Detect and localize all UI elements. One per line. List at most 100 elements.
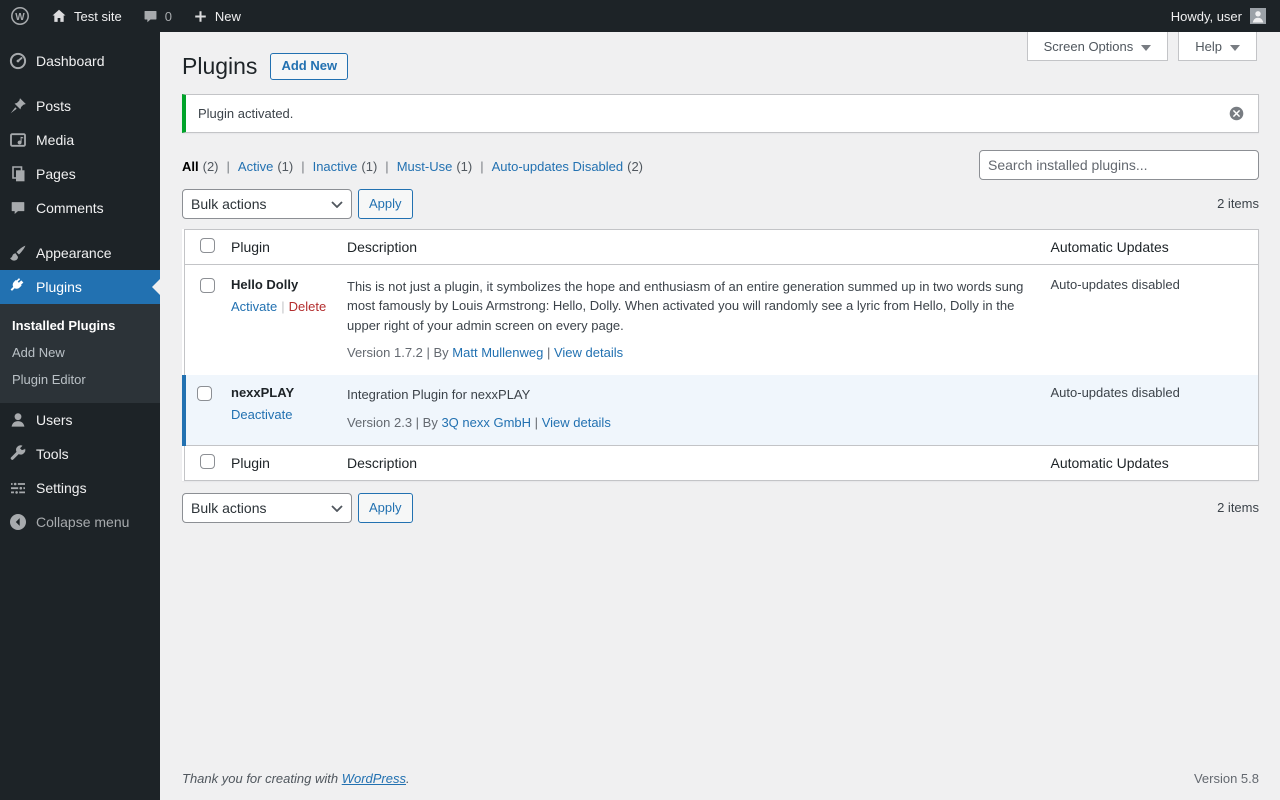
sidebar-item-label: Settings [36, 480, 87, 496]
plugin-name: Hello Dolly [231, 276, 299, 292]
apply-button[interactable]: Apply [358, 188, 413, 219]
sidebar-item-label: Posts [36, 98, 72, 114]
sidebar-item-media[interactable]: Media [0, 123, 160, 157]
author-link[interactable]: 3Q nexx GmbH [441, 415, 531, 430]
column-header-plugin[interactable]: Plugin [224, 229, 337, 265]
select-row-checkbox[interactable] [199, 277, 215, 293]
home-icon [50, 7, 68, 25]
submenu-item-installed-plugins[interactable]: Installed Plugins [0, 312, 160, 339]
sidebar-item-tools[interactable]: Tools [0, 437, 160, 471]
sidebar-item-label: Pages [36, 166, 76, 182]
author-link[interactable]: Matt Mullenweg [452, 345, 543, 360]
bulk-actions-select[interactable]: Bulk actions [182, 492, 352, 523]
comments-menu[interactable]: 0 [132, 0, 182, 32]
sidebar-item-comments[interactable]: Comments [0, 191, 160, 225]
bulk-actions-select[interactable]: Bulk actions [182, 188, 352, 219]
delete-link[interactable]: Delete [289, 299, 327, 314]
admin-footer: Thank you for creating with WordPress. V… [182, 771, 1259, 786]
filter-link[interactable]: Must-Use [397, 159, 453, 174]
filter-link[interactable]: Auto-updates Disabled [492, 159, 624, 174]
sidebar-item-settings[interactable]: Settings [0, 471, 160, 505]
new-content-menu[interactable]: New [182, 0, 251, 32]
sidebar-item-users[interactable]: Users [0, 403, 160, 437]
sidebar-item-posts[interactable]: Posts [0, 89, 160, 123]
main-content: Screen Options Help Plugins Add New Plug… [160, 32, 1280, 800]
wordpress-link[interactable]: WordPress [342, 771, 406, 786]
deactivate-link[interactable]: Deactivate [231, 407, 292, 422]
search-input[interactable] [979, 149, 1259, 180]
sidebar-item-label: Comments [36, 200, 104, 216]
comment-bubble-icon [142, 8, 159, 25]
column-header-auto-updates: Automatic Updates [1040, 229, 1259, 265]
plugin-description: Integration Plugin for nexxPLAY [347, 387, 531, 403]
collapse-menu-button[interactable]: Collapse menu [0, 505, 160, 539]
column-header-auto-updates: Automatic Updates [1040, 444, 1259, 481]
footer-thanks: Thank you for creating with WordPress. [182, 771, 410, 786]
dismiss-notice-button[interactable] [1226, 103, 1247, 124]
sidebar-item-label: Plugins [36, 279, 82, 295]
filter-link[interactable]: All [182, 159, 199, 174]
sidebar-item-appearance[interactable]: Appearance [0, 236, 160, 270]
settings-icon [8, 478, 28, 498]
sidebar-item-label: Collapse menu [36, 514, 130, 530]
activate-link[interactable]: Activate [231, 299, 277, 314]
filter-link[interactable]: Inactive [313, 159, 358, 174]
admin-sidebar: Dashboard Posts Media Pages Comments App… [0, 32, 160, 800]
submenu-item-plugin-editor[interactable]: Plugin Editor [0, 366, 160, 393]
menu-separator [0, 78, 160, 89]
comment-count: 0 [164, 8, 172, 24]
filter-inactive[interactable]: Inactive (1) | [313, 159, 397, 174]
add-new-button[interactable]: Add New [270, 53, 349, 81]
filter-link[interactable]: Active [238, 159, 273, 174]
sidebar-item-label: Users [36, 412, 73, 428]
site-name-label: Test site [74, 8, 122, 24]
plugins-submenu: Installed Plugins Add New Plugin Editor [0, 304, 160, 403]
table-row-nexxplay: nexxPLAY Deactivate Integration Plugin f… [182, 375, 1259, 446]
view-details-link[interactable]: View details [542, 415, 611, 430]
pushpin-icon [8, 96, 28, 116]
auto-updates-status: Auto-updates disabled [1050, 276, 1180, 292]
page-title: Plugins [182, 53, 258, 79]
table-footer-row: Plugin Description Automatic Updates [184, 444, 1259, 481]
footer-version: Version 5.8 [1193, 771, 1259, 786]
wordpress-logo-menu[interactable]: W [0, 0, 40, 32]
site-name-menu[interactable]: Test site [40, 0, 132, 32]
view-details-link[interactable]: View details [554, 345, 623, 360]
sidebar-item-label: Appearance [36, 245, 112, 261]
select-row-checkbox[interactable] [197, 386, 212, 402]
avatar [1250, 8, 1266, 24]
users-icon [8, 410, 28, 430]
filter-auto-updates-disabled[interactable]: Auto-updates Disabled (2) [492, 159, 643, 174]
sidebar-item-plugins[interactable]: Plugins [0, 270, 160, 304]
sidebar-item-pages[interactable]: Pages [0, 157, 160, 191]
select-all-checkbox[interactable] [199, 237, 215, 253]
pages-icon [8, 164, 28, 184]
plugin-description: This is not just a plugin, it symbolizes… [347, 278, 1024, 333]
filter-all[interactable]: All (2) | [182, 159, 238, 174]
column-header-description: Description [337, 229, 1041, 265]
column-header-plugin[interactable]: Plugin [224, 444, 337, 481]
select-all-checkbox[interactable] [199, 453, 215, 469]
plugins-table: Plugin Description Automatic Updates Hel… [182, 228, 1259, 481]
screen-options-label: Screen Options [1043, 38, 1134, 54]
plugin-icon [8, 277, 28, 297]
tools-icon [8, 444, 28, 464]
help-tab[interactable]: Help [1178, 32, 1257, 61]
new-label: New [214, 8, 241, 24]
submenu-item-add-new[interactable]: Add New [0, 339, 160, 366]
plugin-status-filters: All (2) | Active (1) | Inactive (1) | Mu… [182, 150, 643, 174]
filter-active[interactable]: Active (1) | [238, 159, 313, 174]
screen-options-tab[interactable]: Screen Options [1026, 32, 1169, 61]
version-by: Version 2.3 | By [347, 414, 438, 430]
apply-button[interactable]: Apply [358, 492, 413, 523]
sidebar-item-label: Dashboard [36, 53, 105, 69]
table-row-hello-dolly: Hello Dolly Activate | Delete This is not … [184, 264, 1259, 375]
plus-icon [192, 8, 209, 25]
menu-separator [0, 225, 160, 236]
sidebar-item-dashboard[interactable]: Dashboard [0, 44, 160, 78]
howdy-label: Howdy, user [1170, 8, 1242, 24]
media-icon [8, 130, 28, 150]
filter-must-use[interactable]: Must-Use (1) | [397, 159, 492, 174]
sidebar-item-label: Media [36, 132, 75, 148]
my-account-menu[interactable]: Howdy, user [1161, 0, 1280, 32]
